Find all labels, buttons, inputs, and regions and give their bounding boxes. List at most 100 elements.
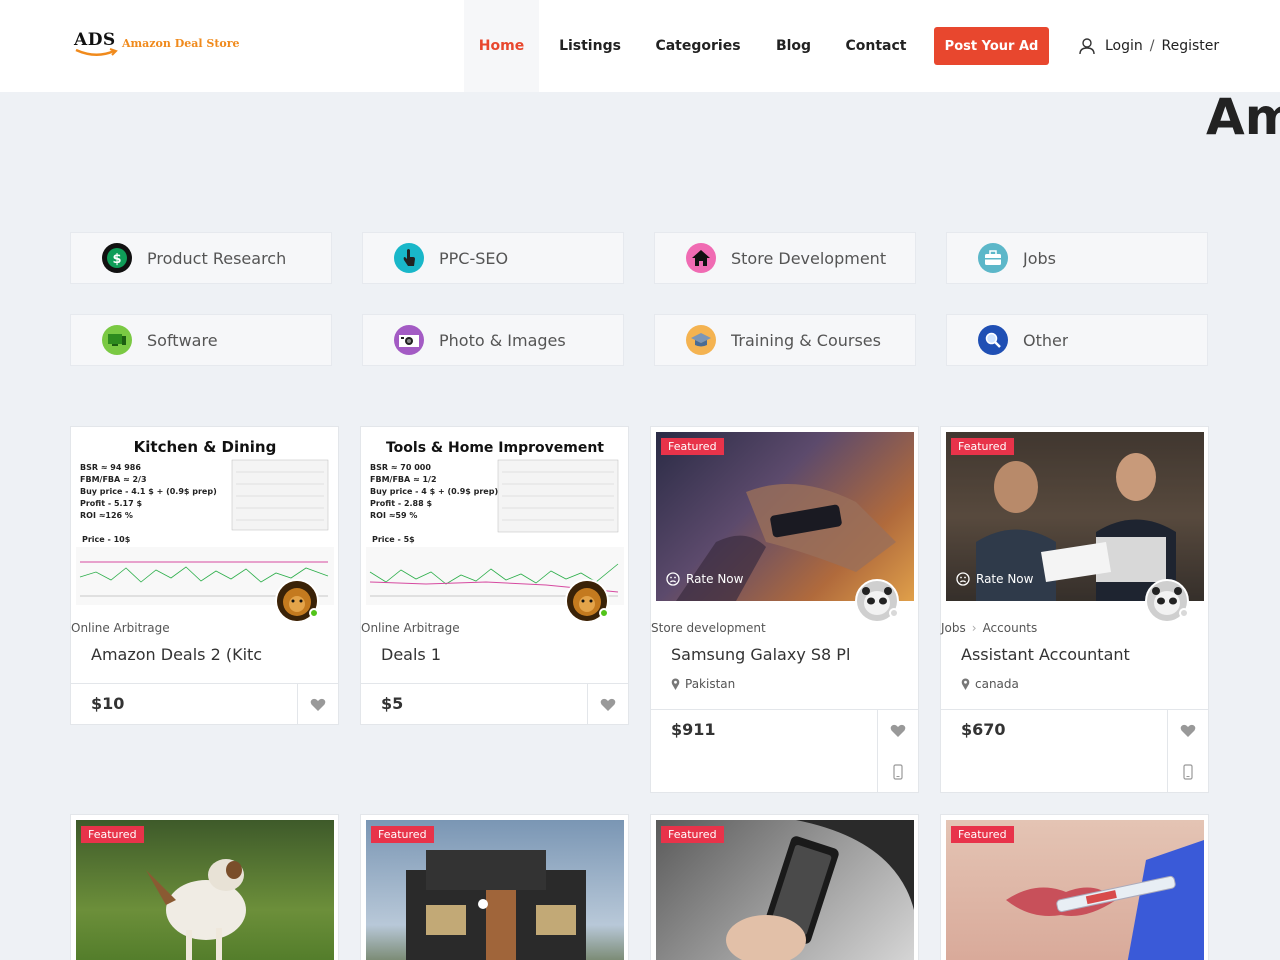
listing-price: $670: [961, 720, 1006, 739]
category-label: Other: [1023, 330, 1069, 350]
post-ad-button[interactable]: Post Your Ad: [934, 27, 1049, 65]
image-line: FBM/FBA ≈ 2/3: [80, 475, 147, 484]
listing-image[interactable]: Featured: [656, 820, 914, 960]
featured-badge: Featured: [951, 826, 1014, 843]
category-label: Photo & Images: [439, 330, 566, 350]
rate-now-link[interactable]: Rate Now: [956, 572, 1033, 586]
listing-card[interactable]: Featured: [70, 814, 339, 960]
category-label: Software: [147, 330, 218, 350]
camera-icon: [394, 325, 424, 355]
listing-footer: $670: [941, 709, 1208, 793]
listing-card[interactable]: Tools & Home Improvement BSR ≈ 70 000 FB…: [360, 426, 629, 725]
heart-icon[interactable]: [600, 698, 616, 712]
image-line: ROI ≈126 %: [80, 511, 133, 520]
dollar-icon: $: [102, 243, 132, 273]
category-link[interactable]: Jobs: [941, 621, 966, 635]
image-line: Price - 10$: [82, 535, 131, 544]
category-label: Training & Courses: [731, 330, 881, 350]
heart-icon[interactable]: [890, 724, 906, 738]
store-icon: [686, 243, 716, 273]
category-product-research[interactable]: $ Product Research: [70, 232, 332, 284]
online-status-dot: [309, 608, 319, 618]
hero-title: Am: [1206, 88, 1280, 146]
listing-image[interactable]: Featured Rate Now: [656, 432, 914, 601]
user-icon: [1079, 38, 1095, 55]
heart-icon[interactable]: [310, 698, 326, 712]
listing-price: $10: [91, 694, 125, 713]
phone-icon[interactable]: [1183, 764, 1193, 780]
image-line: Buy price - 4 $ + (0.9$ prep): [370, 487, 498, 496]
location-pin-icon: [671, 678, 680, 690]
listing-category[interactable]: Store development: [651, 621, 766, 635]
listing-title[interactable]: Amazon Deals 2 (Kitc: [91, 645, 291, 664]
listing-card[interactable]: Featured: [650, 814, 919, 960]
image-line: BSR ≈ 70 000: [370, 463, 431, 472]
offline-status-dot: [1179, 608, 1189, 618]
listing-location: canada: [961, 677, 1019, 691]
listing-price: $911: [671, 720, 716, 739]
image-line: Price - 5$: [372, 535, 415, 544]
image-line: Buy price - 4.1 $ + (0.9$ prep): [80, 487, 217, 496]
category-other[interactable]: Other: [946, 314, 1208, 366]
image-line: FBM/FBA ≈ 1/2: [370, 475, 437, 484]
image-line: BSR ≈ 94 986: [80, 463, 141, 472]
listing-location: Pakistan: [671, 677, 735, 691]
phone-icon[interactable]: [893, 764, 903, 780]
logo-name: Amazon Deal Store: [122, 37, 240, 50]
listing-price: $5: [381, 694, 404, 713]
nav-categories[interactable]: Categories: [648, 0, 748, 92]
category-software[interactable]: Software: [70, 314, 332, 366]
listing-card[interactable]: Featured Rate Now Store development Sams…: [650, 426, 919, 793]
category-training-courses[interactable]: Training & Courses: [654, 314, 916, 366]
subcategory-link[interactable]: Accounts: [983, 621, 1038, 635]
listing-image[interactable]: Featured: [366, 820, 624, 960]
category-label: Jobs: [1023, 248, 1056, 268]
listing-title[interactable]: Assistant Accountant: [961, 645, 1161, 664]
register-link[interactable]: Register: [1162, 38, 1220, 54]
location-pin-icon: [961, 678, 970, 690]
listing-category[interactable]: Online Arbitrage: [71, 621, 170, 635]
listing-footer: $5: [361, 683, 628, 725]
hand-click-icon: [394, 243, 424, 273]
image-heading: Tools & Home Improvement: [386, 440, 604, 456]
listing-title[interactable]: Deals 1: [381, 645, 581, 664]
offline-status-dot: [889, 608, 899, 618]
listing-card[interactable]: Featured Rate Now Jobs › Accounts Assistan…: [940, 426, 1209, 793]
rate-now-link[interactable]: Rate Now: [666, 572, 743, 586]
category-jobs[interactable]: Jobs: [946, 232, 1208, 284]
listing-image[interactable]: Featured: [946, 820, 1204, 960]
listing-footer: $10: [71, 683, 338, 725]
nav-home[interactable]: Home: [464, 0, 539, 92]
login-link[interactable]: Login: [1105, 38, 1143, 54]
listing-card[interactable]: Featured: [940, 814, 1209, 960]
image-heading: Kitchen & Dining: [134, 438, 277, 456]
account-links: Login / Register: [1078, 35, 1219, 57]
listing-category[interactable]: Online Arbitrage: [361, 621, 460, 635]
nav-listings[interactable]: Listings: [550, 0, 630, 92]
category-ppc-seo[interactable]: PPC-SEO: [362, 232, 624, 284]
nav-blog[interactable]: Blog: [766, 0, 821, 92]
login-separator: /: [1149, 38, 1155, 54]
nav-contact[interactable]: Contact: [838, 0, 914, 92]
site-header: ADS Amazon Deal Store Home Listings Cate…: [0, 0, 1280, 92]
monitor-icon: [102, 325, 132, 355]
sad-face-icon: [956, 572, 970, 586]
featured-badge: Featured: [661, 438, 724, 455]
category-photo-images[interactable]: Photo & Images: [362, 314, 624, 366]
briefcase-icon: [978, 243, 1008, 273]
listing-title[interactable]: Samsung Galaxy S8 Pl: [671, 645, 871, 664]
category-label: Product Research: [147, 248, 287, 268]
featured-badge: Featured: [371, 826, 434, 843]
sad-face-icon: [666, 572, 680, 586]
listing-image[interactable]: Featured: [76, 820, 334, 960]
listing-card[interactable]: Kitchen & Dining BSR ≈ 94 986 FBM/FBA ≈ …: [70, 426, 339, 725]
listing-footer: $911: [651, 709, 918, 793]
heart-icon[interactable]: [1180, 724, 1196, 738]
category-store-development[interactable]: Store Development: [654, 232, 916, 284]
search-icon: [978, 325, 1008, 355]
listing-card[interactable]: Featured: [360, 814, 629, 960]
listing-image[interactable]: Featured Rate Now: [946, 432, 1204, 601]
graduation-icon: [686, 325, 716, 355]
site-logo[interactable]: ADS Amazon Deal Store: [74, 30, 254, 62]
logo-mark: ADS: [74, 30, 116, 50]
